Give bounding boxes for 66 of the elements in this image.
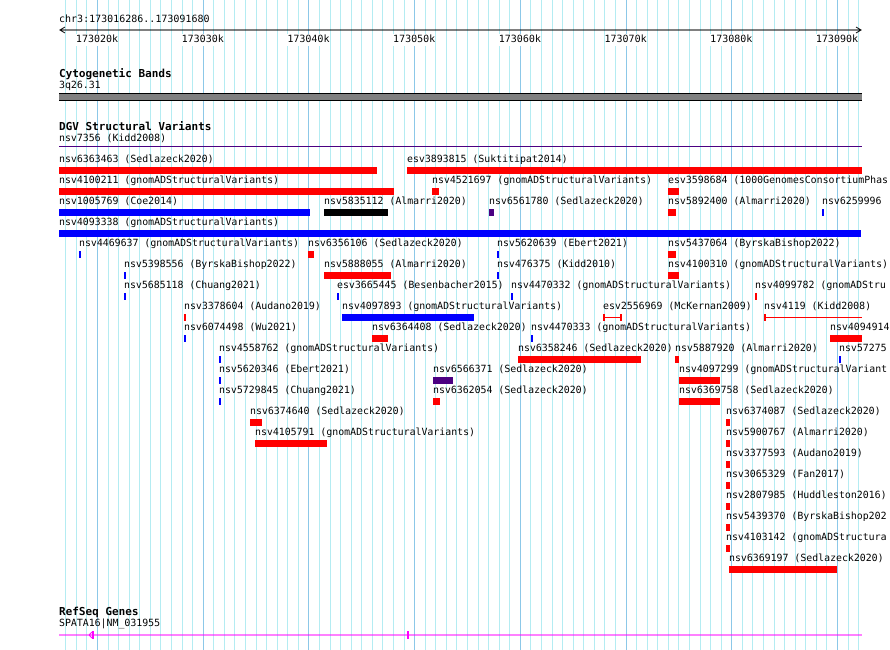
feature-label: nsv6074498 (Wu2021) bbox=[184, 322, 297, 334]
tick-label: 173050k bbox=[393, 34, 436, 46]
feature-label: esv3893815 (Suktitipat2014) bbox=[407, 154, 568, 166]
feature-label: nsv6369197 (Sedlazeck2020) bbox=[729, 553, 884, 565]
feature-label: nsv2807985 (Huddleston2016) bbox=[726, 490, 887, 502]
feature-label: esv3665445 (Besenbacher2015) bbox=[337, 280, 504, 292]
gene-label: SPATA16|NM_031955 bbox=[59, 618, 160, 630]
feature-label: nsv3377593 (Audano2019) bbox=[726, 448, 863, 460]
tick-label: 173040k bbox=[287, 34, 330, 46]
feature-label: nsv6364408 (Sedlazeck2020) bbox=[372, 322, 527, 334]
feature-label: nsv5620639 (Ebert2021) bbox=[497, 238, 628, 250]
feature-label: nsv5685118 (Chuang2021) bbox=[124, 280, 261, 292]
tick-label: 173090k bbox=[816, 34, 858, 46]
feature-label: nsv6358246 (Sedlazeck2020) bbox=[518, 343, 673, 355]
feature-label: nsv4100310 (gnomADStructuralVariants) bbox=[668, 259, 888, 271]
feature-label: nsv6369758 (Sedlazeck2020) bbox=[679, 385, 834, 397]
feature-label: nsv6374640 (Sedlazeck2020) bbox=[250, 406, 405, 418]
feature-label: nsv5835112 (Almarri2020) bbox=[324, 196, 467, 208]
feature-label: nsv6374087 (Sedlazeck2020) bbox=[726, 406, 881, 418]
feature-label: nsv4097299 (gnomADStructuralVariant bbox=[679, 364, 888, 376]
feature-label: nsv4094914 bbox=[830, 322, 890, 334]
band-label: 3q26.31 bbox=[59, 80, 101, 92]
feature-label: nsv4097893 (gnomADStructuralVariants) bbox=[342, 301, 562, 313]
feature-label: esv3598684 (1000GenomesConsortiumPhas bbox=[668, 175, 888, 187]
feature-label: nsv4521697 (gnomADStructuralVariants) bbox=[432, 175, 652, 187]
tick-label: 173030k bbox=[182, 34, 224, 46]
feature-label: esv2556969 (McKernan2009) bbox=[603, 301, 752, 313]
feature-label: nsv5398556 (ByrskaBishop2022) bbox=[124, 259, 296, 271]
feature-label: nsv5437064 (ByrskaBishop2022) bbox=[668, 238, 840, 250]
feature-label: nsv5892400 (Almarri2020) bbox=[668, 196, 811, 208]
feature-label: nsv4469637 (gnomADStructuralVariants) bbox=[79, 238, 299, 250]
feature-label: nsv57275 bbox=[839, 343, 887, 355]
feature-label: nsv3378604 (Audano2019) bbox=[184, 301, 321, 313]
feature-label: nsv5620346 (Ebert2021) bbox=[219, 364, 350, 376]
feature-label: nsv4470333 (gnomADStructuralVariants) bbox=[531, 322, 751, 334]
feature-label: nsv4558762 (gnomADStructuralVariants) bbox=[219, 343, 439, 355]
feature-label: nsv5900767 (Almarri2020) bbox=[726, 427, 869, 439]
track-title: Cytogenetic Bands bbox=[59, 68, 172, 80]
feature-label: nsv5729845 (Chuang2021) bbox=[219, 385, 356, 397]
feature-label: nsv4093338 (gnomADStructuralVariants) bbox=[59, 217, 279, 229]
feature-label: nsv4105791 (gnomADStructuralVariants) bbox=[255, 427, 475, 439]
track-title: RefSeq Genes bbox=[59, 606, 138, 618]
feature-label: nsv5887920 (Almarri2020) bbox=[675, 343, 818, 355]
feature-label: nsv4100211 (gnomADStructuralVariants) bbox=[59, 175, 279, 187]
location-text: chr3:173016286..173091680 bbox=[59, 14, 210, 26]
feature-label: nsv6566371 (Sedlazeck2020) bbox=[433, 364, 588, 376]
feature-label: nsv5439370 (ByrskaBishop202 bbox=[726, 511, 887, 523]
tick-label: 173020k bbox=[76, 34, 118, 46]
feature-label: nsv4119 (Kidd2008) bbox=[764, 301, 872, 313]
feature-label: nsv3065329 (Fan2017) bbox=[726, 469, 845, 481]
feature-label: nsv6259996 bbox=[822, 196, 882, 208]
feature-label: nsv6561780 (Sedlazeck2020) bbox=[489, 196, 644, 208]
feature-label: nsv4099782 (gnomADStru bbox=[755, 280, 886, 292]
tick-label: 173060k bbox=[498, 34, 541, 46]
feature-label: nsv6362054 (Sedlazeck2020) bbox=[433, 385, 588, 397]
feature-label: nsv476375 (Kidd2010) bbox=[497, 259, 616, 271]
feature-label: nsv7356 (Kidd2008) bbox=[59, 133, 166, 145]
feature-label: nsv4470332 (gnomADStructuralVariants) bbox=[511, 280, 731, 292]
track-title: DGV Structural Variants bbox=[59, 121, 212, 133]
feature-label: nsv4103142 (gnomADStructura bbox=[726, 532, 887, 544]
feature-label: nsv6356106 (Sedlazeck2020) bbox=[308, 238, 463, 250]
tick-label: 173070k bbox=[604, 34, 647, 46]
feature-label: nsv1005769 (Coe2014) bbox=[59, 196, 178, 208]
feature-label: nsv6363463 (Sedlazeck2020) bbox=[59, 154, 214, 166]
tick-label: 173080k bbox=[710, 34, 752, 46]
feature-label: nsv5888055 (Almarri2020) bbox=[324, 259, 467, 271]
